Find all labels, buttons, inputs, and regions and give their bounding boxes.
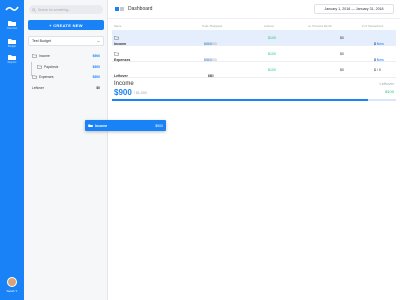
page-title: Dashboard — [128, 6, 153, 12]
table-row[interactable]: Income $900 / $1,000 $100 $0 $ / 2 New — [112, 30, 396, 46]
sidebar-item-leftover[interactable]: Leftover $0 — [32, 84, 100, 92]
budget-select-value: Test Budget — [32, 39, 51, 43]
sidebar-item-amount: $0 — [96, 86, 100, 90]
sidebar-item-amount: $900 — [92, 75, 100, 79]
column-header-transactions[interactable]: # of Transactions — [362, 24, 383, 28]
sidebar-item-label: Paycheck — [44, 65, 59, 69]
search-placeholder: Search for something... — [38, 7, 71, 12]
folder-icon — [37, 65, 42, 69]
row-prev: $0 — [340, 52, 344, 56]
sidebar-item-amount: $900 — [92, 54, 100, 58]
rail-item-label: Budget — [8, 45, 16, 48]
folder-icon — [8, 55, 16, 60]
rail-item-label: Reports — [7, 61, 17, 64]
summary-value: $900 — [114, 88, 132, 97]
sidebar-item-label: Leftover — [32, 86, 44, 90]
top-bar: Dashboard January 1, 2018 — January 31, … — [108, 0, 400, 19]
search-icon — [32, 7, 36, 12]
sidebar-item-paycheck[interactable]: Paycheck $900 — [37, 63, 100, 71]
sidebar-item-amount: $900 — [92, 65, 100, 69]
budget-progress-fill — [112, 99, 368, 101]
view-toggle-icon[interactable] — [115, 7, 125, 11]
row-prev: $0 — [340, 36, 344, 40]
create-new-button[interactable]: + CREATE NEW — [28, 20, 104, 30]
app-rail: Overview Budget Reports Sarah T. — [0, 0, 24, 300]
column-header-prev[interactable]: vs. Previous Month — [308, 24, 332, 28]
summary-leftover-label: Leftover — [379, 81, 394, 86]
row-name-text: Leftover — [114, 74, 128, 78]
budget-select[interactable]: Test Budget — [28, 36, 104, 46]
row-leftover: $100 — [268, 68, 276, 72]
rail-item-reports[interactable]: Reports — [0, 54, 24, 68]
folder-icon — [8, 39, 16, 44]
search-input[interactable]: Search for something... — [29, 5, 103, 14]
column-header-name[interactable]: Name — [114, 24, 121, 28]
folder-icon — [32, 75, 37, 79]
rail-item-budget[interactable]: Budget — [0, 38, 24, 52]
column-header-budgeted[interactable]: Total / Budgeted — [202, 24, 222, 28]
drag-ghost-income[interactable]: Income $900 — [85, 120, 166, 131]
row-leftover: $100 — [268, 52, 276, 56]
table-header: Name Total / Budgeted Leftover vs. Previ… — [112, 22, 396, 30]
summary-budgeted: / $1,000 — [134, 91, 147, 95]
row-tx-count: $ / 0 — [374, 68, 381, 72]
rail-item-label: Overview — [6, 27, 18, 30]
sidebar-item-expenses[interactable]: Expenses $900 — [32, 73, 100, 81]
logo-icon — [5, 6, 19, 11]
row-prev: $0 — [340, 68, 344, 72]
drag-ghost-amount: $900 — [155, 123, 163, 128]
sidebar-item-label: Income — [39, 54, 50, 58]
budget-sidebar: Search for something... + CREATE NEW Tes… — [24, 0, 108, 300]
folder-icon — [8, 21, 16, 26]
avatar[interactable] — [7, 277, 17, 287]
table-row[interactable]: Expenses $900 / $1,000 $100 $0 $ / 2 New — [112, 46, 396, 62]
main-panel: Dashboard January 1, 2018 — January 31, … — [108, 0, 400, 300]
summary-leftover-value: $100 — [385, 89, 394, 94]
summary-name: Income — [114, 81, 134, 87]
column-header-leftover[interactable]: Leftover — [264, 24, 274, 28]
table-row[interactable]: Leftover $0 / $0 $100 $0 $ / 0 — [112, 62, 396, 78]
budget-progress-bar — [112, 99, 396, 101]
user-name: Sarah T. — [6, 289, 18, 293]
row-budgeted: / $0 — [208, 74, 214, 78]
rail-item-overview[interactable]: Overview — [0, 20, 24, 34]
folder-icon — [114, 52, 119, 56]
folder-icon — [32, 54, 37, 58]
folder-icon — [88, 124, 93, 127]
date-range-picker[interactable]: January 1, 2018 — January 31, 2018 — [314, 4, 394, 14]
folder-icon — [114, 36, 119, 40]
sidebar-item-label: Expenses — [39, 75, 54, 79]
sidebar-item-income[interactable]: Income $900 — [32, 52, 100, 60]
drag-ghost-label: Income — [95, 123, 108, 128]
row-name: Expenses — [114, 52, 130, 62]
chevron-down-icon — [97, 40, 100, 42]
row-leftover: $100 — [268, 36, 276, 40]
row-name: Income — [114, 36, 126, 46]
